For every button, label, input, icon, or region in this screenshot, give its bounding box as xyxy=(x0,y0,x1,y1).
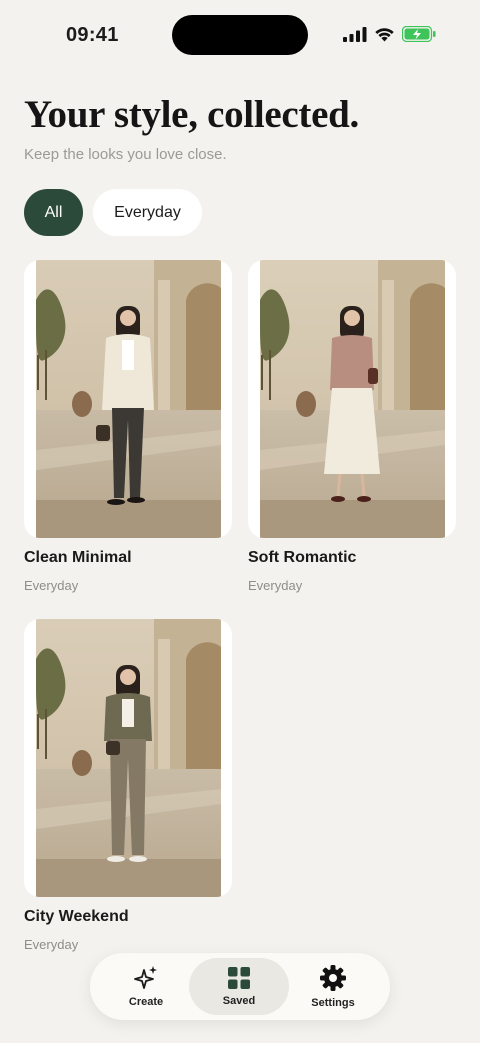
outfit-photo-soft-romantic xyxy=(260,260,445,538)
look-title: City Weekend xyxy=(24,908,129,925)
look-photo xyxy=(36,260,221,538)
bottom-nav: Create Saved Settings xyxy=(90,953,390,1020)
look-photo xyxy=(260,260,445,538)
outfit-photo-city-weekend xyxy=(36,619,221,897)
filter-chip-everyday[interactable]: Everyday xyxy=(93,189,202,236)
page-title: Your style, collected. xyxy=(24,93,359,136)
outfit-photo-clean-minimal xyxy=(36,260,221,538)
look-title: Clean Minimal xyxy=(24,549,132,566)
nav-settings[interactable]: Settings xyxy=(283,958,383,1015)
status-icons xyxy=(343,26,436,42)
look-photo xyxy=(36,619,221,897)
look-card[interactable]: Soft Romantic Everyday xyxy=(248,260,456,593)
look-card[interactable]: City Weekend Everyday xyxy=(24,619,232,952)
wifi-icon xyxy=(375,28,394,42)
status-bar: 09:41 xyxy=(0,0,480,70)
filter-chip-all[interactable]: All xyxy=(24,189,83,236)
nav-create-label: Create xyxy=(128,996,164,1008)
battery-charging-icon xyxy=(402,26,436,42)
nav-saved[interactable]: Saved xyxy=(189,958,289,1015)
nav-settings-label: Settings xyxy=(311,997,355,1009)
nav-create[interactable]: Create xyxy=(96,958,196,1015)
look-tag: Everyday xyxy=(24,578,79,593)
look-tag: Everyday xyxy=(248,578,303,593)
look-card-frame xyxy=(24,619,232,897)
grid-icon xyxy=(228,967,250,989)
sparkle-icon xyxy=(134,966,157,989)
page-subtitle: Keep the looks you love close. xyxy=(24,146,227,163)
filter-chips: All Everyday xyxy=(24,189,202,236)
cellular-signal-icon xyxy=(343,26,367,42)
look-card-frame xyxy=(248,260,456,538)
status-time: 09:41 xyxy=(66,24,119,46)
look-card[interactable]: Clean Minimal Everyday xyxy=(24,260,232,593)
look-title: Soft Romantic xyxy=(248,549,357,566)
gear-icon xyxy=(320,965,346,991)
look-tag: Everyday xyxy=(24,937,79,952)
nav-saved-label: Saved xyxy=(222,995,256,1007)
look-card-frame xyxy=(24,260,232,538)
dynamic-island xyxy=(172,15,308,55)
